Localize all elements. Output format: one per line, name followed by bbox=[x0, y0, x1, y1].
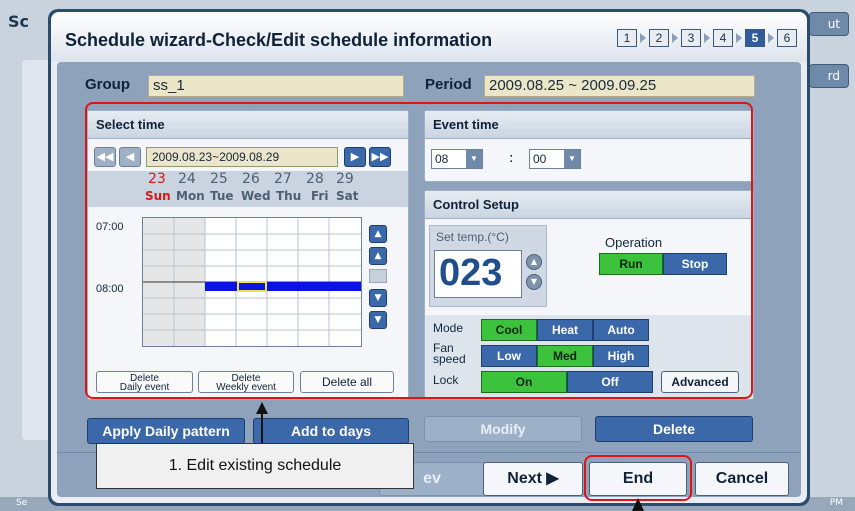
dialog-title: Schedule wizard-Check/Edit schedule info… bbox=[65, 30, 493, 50]
add-to-days-button[interactable]: Add to days bbox=[253, 418, 409, 444]
highlight-end-button bbox=[584, 455, 692, 501]
background-button-1[interactable]: ut bbox=[809, 12, 849, 36]
delete-button[interactable]: Delete bbox=[595, 416, 753, 442]
group-field: ss_1 bbox=[148, 75, 404, 97]
step-4[interactable]: 4 bbox=[713, 29, 733, 47]
background-title: Sc bbox=[8, 12, 30, 31]
step-1[interactable]: 1 bbox=[617, 29, 637, 47]
step-arrow-icon bbox=[704, 33, 710, 43]
apply-daily-pattern-button[interactable]: Apply Daily pattern bbox=[87, 418, 245, 444]
end-arrow-icon bbox=[632, 498, 644, 511]
modify-button[interactable]: Modify bbox=[424, 416, 582, 442]
group-label: Group bbox=[85, 76, 130, 93]
step-arrow-icon bbox=[768, 33, 774, 43]
background-button-2[interactable]: rd bbox=[809, 64, 849, 88]
status-right: PM bbox=[829, 498, 843, 508]
highlight-edit-region bbox=[85, 102, 753, 399]
step-5[interactable]: 5 bbox=[745, 29, 765, 47]
annotation-callout: 1. Edit existing schedule bbox=[96, 443, 414, 489]
period-field: 2009.08.25 ~ 2009.09.25 bbox=[484, 75, 755, 97]
status-left: Se bbox=[16, 498, 28, 508]
wizard-steps: 1 2 3 4 5 6 bbox=[617, 29, 797, 47]
step-arrow-icon bbox=[672, 33, 678, 43]
next-button[interactable]: Next ▶ bbox=[483, 462, 583, 496]
cancel-button[interactable]: Cancel bbox=[695, 462, 789, 496]
step-arrow-icon bbox=[736, 33, 742, 43]
step-3[interactable]: 3 bbox=[681, 29, 701, 47]
period-label: Period bbox=[425, 76, 472, 93]
step-2[interactable]: 2 bbox=[649, 29, 669, 47]
callout-arrow-icon bbox=[256, 402, 268, 444]
step-6[interactable]: 6 bbox=[777, 29, 797, 47]
step-arrow-icon bbox=[640, 33, 646, 43]
dialog-header: Schedule wizard-Check/Edit schedule info… bbox=[51, 12, 807, 62]
